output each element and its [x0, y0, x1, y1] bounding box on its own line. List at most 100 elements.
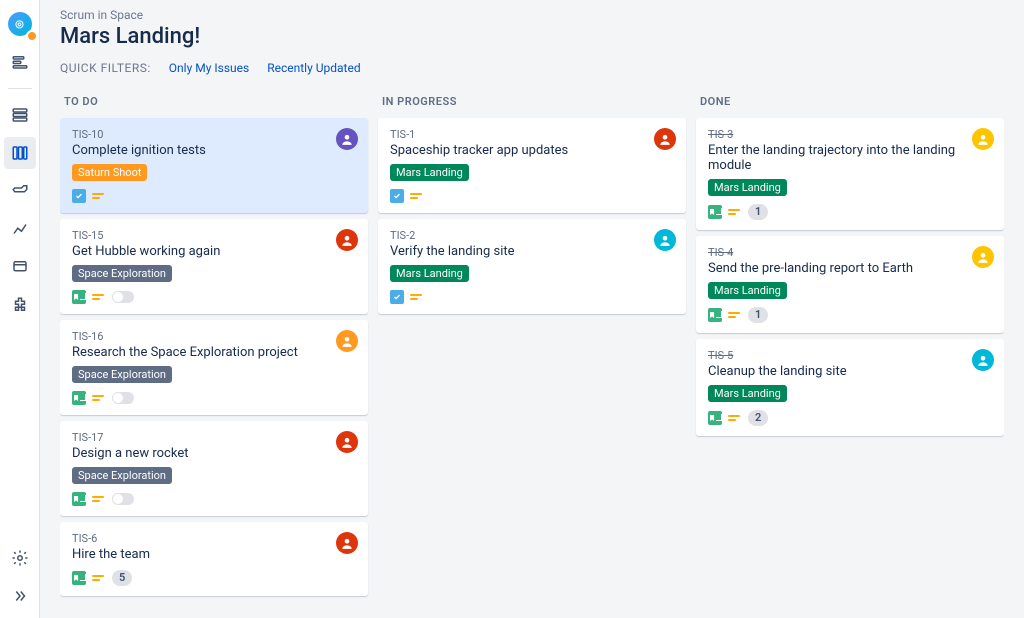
issue-title: Enter the landing trajectory into the la…: [708, 143, 992, 173]
issue-key[interactable]: TIS-2: [390, 229, 674, 242]
assignee-avatar[interactable]: [336, 431, 358, 453]
issue-label[interactable]: Mars Landing: [708, 179, 787, 196]
issue-card[interactable]: TIS-3 Enter the landing trajectory into t…: [696, 118, 1004, 230]
issue-meta: [390, 290, 674, 304]
story-type-icon: [72, 571, 86, 585]
filter-recently-updated[interactable]: Recently Updated: [267, 61, 360, 75]
assignee-avatar[interactable]: [654, 229, 676, 251]
issue-title: Cleanup the landing site: [708, 364, 992, 379]
filter-only-my-issues[interactable]: Only My Issues: [169, 61, 249, 75]
nav-pages[interactable]: [4, 251, 36, 283]
issue-card[interactable]: TIS-17 Design a new rocket Space Explorati…: [60, 421, 368, 516]
issue-card[interactable]: TIS-6 Hire the team 5: [60, 522, 368, 596]
issue-key[interactable]: TIS-10: [72, 128, 356, 141]
issue-key[interactable]: TIS-3: [708, 128, 992, 141]
column-header: DONE: [696, 89, 1004, 118]
issue-title: Spaceship tracker app updates: [390, 143, 674, 158]
issue-card[interactable]: TIS-2 Verify the landing site Mars Landing: [378, 219, 686, 314]
issue-label[interactable]: Space Exploration: [72, 265, 172, 282]
board-column: IN PROGRESSTIS-1Spaceship tracker app up…: [378, 89, 686, 604]
issue-meta: [72, 391, 356, 405]
assignee-avatar[interactable]: [654, 128, 676, 150]
issue-title: Send the pre-landing report to Earth: [708, 261, 992, 276]
story-type-icon: [72, 492, 86, 506]
priority-icon: [728, 411, 742, 425]
issue-card[interactable]: TIS-5 Cleanup the landing site Mars Landin…: [696, 339, 1004, 436]
priority-icon: [92, 290, 106, 304]
issue-label[interactable]: Mars Landing: [708, 282, 787, 299]
issue-key[interactable]: TIS-16: [72, 330, 356, 343]
issue-label[interactable]: Mars Landing: [390, 164, 469, 181]
issue-title: Hire the team: [72, 547, 356, 562]
issue-card[interactable]: TIS-16Research the Space Exploration pro…: [60, 320, 368, 415]
quick-filters: QUICK FILTERS: Only My Issues Recently U…: [60, 61, 1004, 75]
sidebar-divider: [8, 88, 32, 89]
issue-meta: 5: [72, 570, 356, 586]
assignee-avatar[interactable]: [972, 349, 994, 371]
nav-roadmap[interactable]: [4, 46, 36, 78]
issue-label[interactable]: Space Exploration: [72, 467, 172, 484]
nav-backlog[interactable]: [4, 99, 36, 131]
issue-key[interactable]: TIS-6: [72, 532, 356, 545]
page-title: Mars Landing!: [60, 24, 1004, 49]
flag-toggle[interactable]: [112, 392, 134, 404]
issue-title: Design a new rocket: [72, 446, 356, 461]
issue-key[interactable]: TIS-1: [390, 128, 674, 141]
column-body: TIS-3 Enter the landing trajectory into t…: [696, 118, 1004, 436]
story-points-badge: 5: [112, 570, 132, 586]
issue-key[interactable]: TIS-5: [708, 349, 992, 362]
story-points-badge: 1: [748, 204, 768, 220]
issue-key[interactable]: TIS-15: [72, 229, 356, 242]
assignee-avatar[interactable]: [972, 128, 994, 150]
global-sidebar: ◎: [0, 0, 40, 618]
assignee-avatar[interactable]: [336, 128, 358, 150]
issue-key[interactable]: TIS-4: [708, 246, 992, 259]
issue-card[interactable]: TIS-4 Send the pre-landing report to Eart…: [696, 236, 1004, 333]
issue-label[interactable]: Space Exploration: [72, 366, 172, 383]
issue-key[interactable]: TIS-17: [72, 431, 356, 444]
issue-label[interactable]: Mars Landing: [390, 265, 469, 282]
main-content: Scrum in Space Mars Landing! QUICK FILTE…: [40, 0, 1024, 618]
breadcrumb[interactable]: Scrum in Space: [60, 8, 1004, 22]
story-type-icon: [708, 308, 722, 322]
kanban-board: TO DO TIS-10 Complete ignition tests Saturn…: [60, 89, 1004, 604]
issue-meta: [72, 290, 356, 304]
priority-icon: [92, 492, 106, 506]
issue-title: Complete ignition tests: [72, 143, 356, 158]
column-body: TIS-1 Spaceship tracker app updates Mars L…: [378, 118, 686, 314]
issue-title: Get Hubble working again: [72, 244, 356, 259]
nav-settings[interactable]: [4, 542, 36, 574]
assignee-avatar[interactable]: [336, 330, 358, 352]
nav-addons[interactable]: [4, 289, 36, 321]
issue-card[interactable]: TIS-15 Get Hubble working again Space Expl…: [60, 219, 368, 314]
app-logo[interactable]: ◎: [4, 8, 36, 40]
assignee-avatar[interactable]: [972, 246, 994, 268]
flag-toggle[interactable]: [112, 493, 134, 505]
issue-meta: [390, 189, 674, 203]
priority-icon: [92, 571, 106, 585]
nav-releases[interactable]: [4, 175, 36, 207]
task-type-icon: [390, 290, 404, 304]
assignee-avatar[interactable]: [336, 229, 358, 251]
task-type-icon: [72, 189, 86, 203]
nav-expand[interactable]: [4, 580, 36, 612]
issue-label[interactable]: Saturn Shoot: [72, 164, 147, 181]
priority-icon: [728, 205, 742, 219]
flag-toggle[interactable]: [112, 291, 134, 303]
issue-card[interactable]: TIS-1 Spaceship tracker app updates Mars L…: [378, 118, 686, 213]
issue-title: Verify the landing site: [390, 244, 674, 259]
board-column: DONE TIS-3 Enter the landing trajectory in…: [696, 89, 1004, 604]
board-column: TO DO TIS-10 Complete ignition tests Saturn…: [60, 89, 368, 604]
story-points-badge: 2: [748, 410, 768, 426]
nav-reports[interactable]: [4, 213, 36, 245]
assignee-avatar[interactable]: [336, 532, 358, 554]
column-header: TO DO: [60, 89, 368, 118]
task-type-icon: [390, 189, 404, 203]
issue-meta: [72, 189, 356, 203]
issue-card[interactable]: TIS-10 Complete ignition tests Saturn Shoo…: [60, 118, 368, 213]
priority-icon: [92, 391, 106, 405]
issue-label[interactable]: Mars Landing: [708, 385, 787, 402]
story-type-icon: [72, 290, 86, 304]
issue-meta: 1: [708, 307, 992, 323]
nav-board[interactable]: [4, 137, 36, 169]
